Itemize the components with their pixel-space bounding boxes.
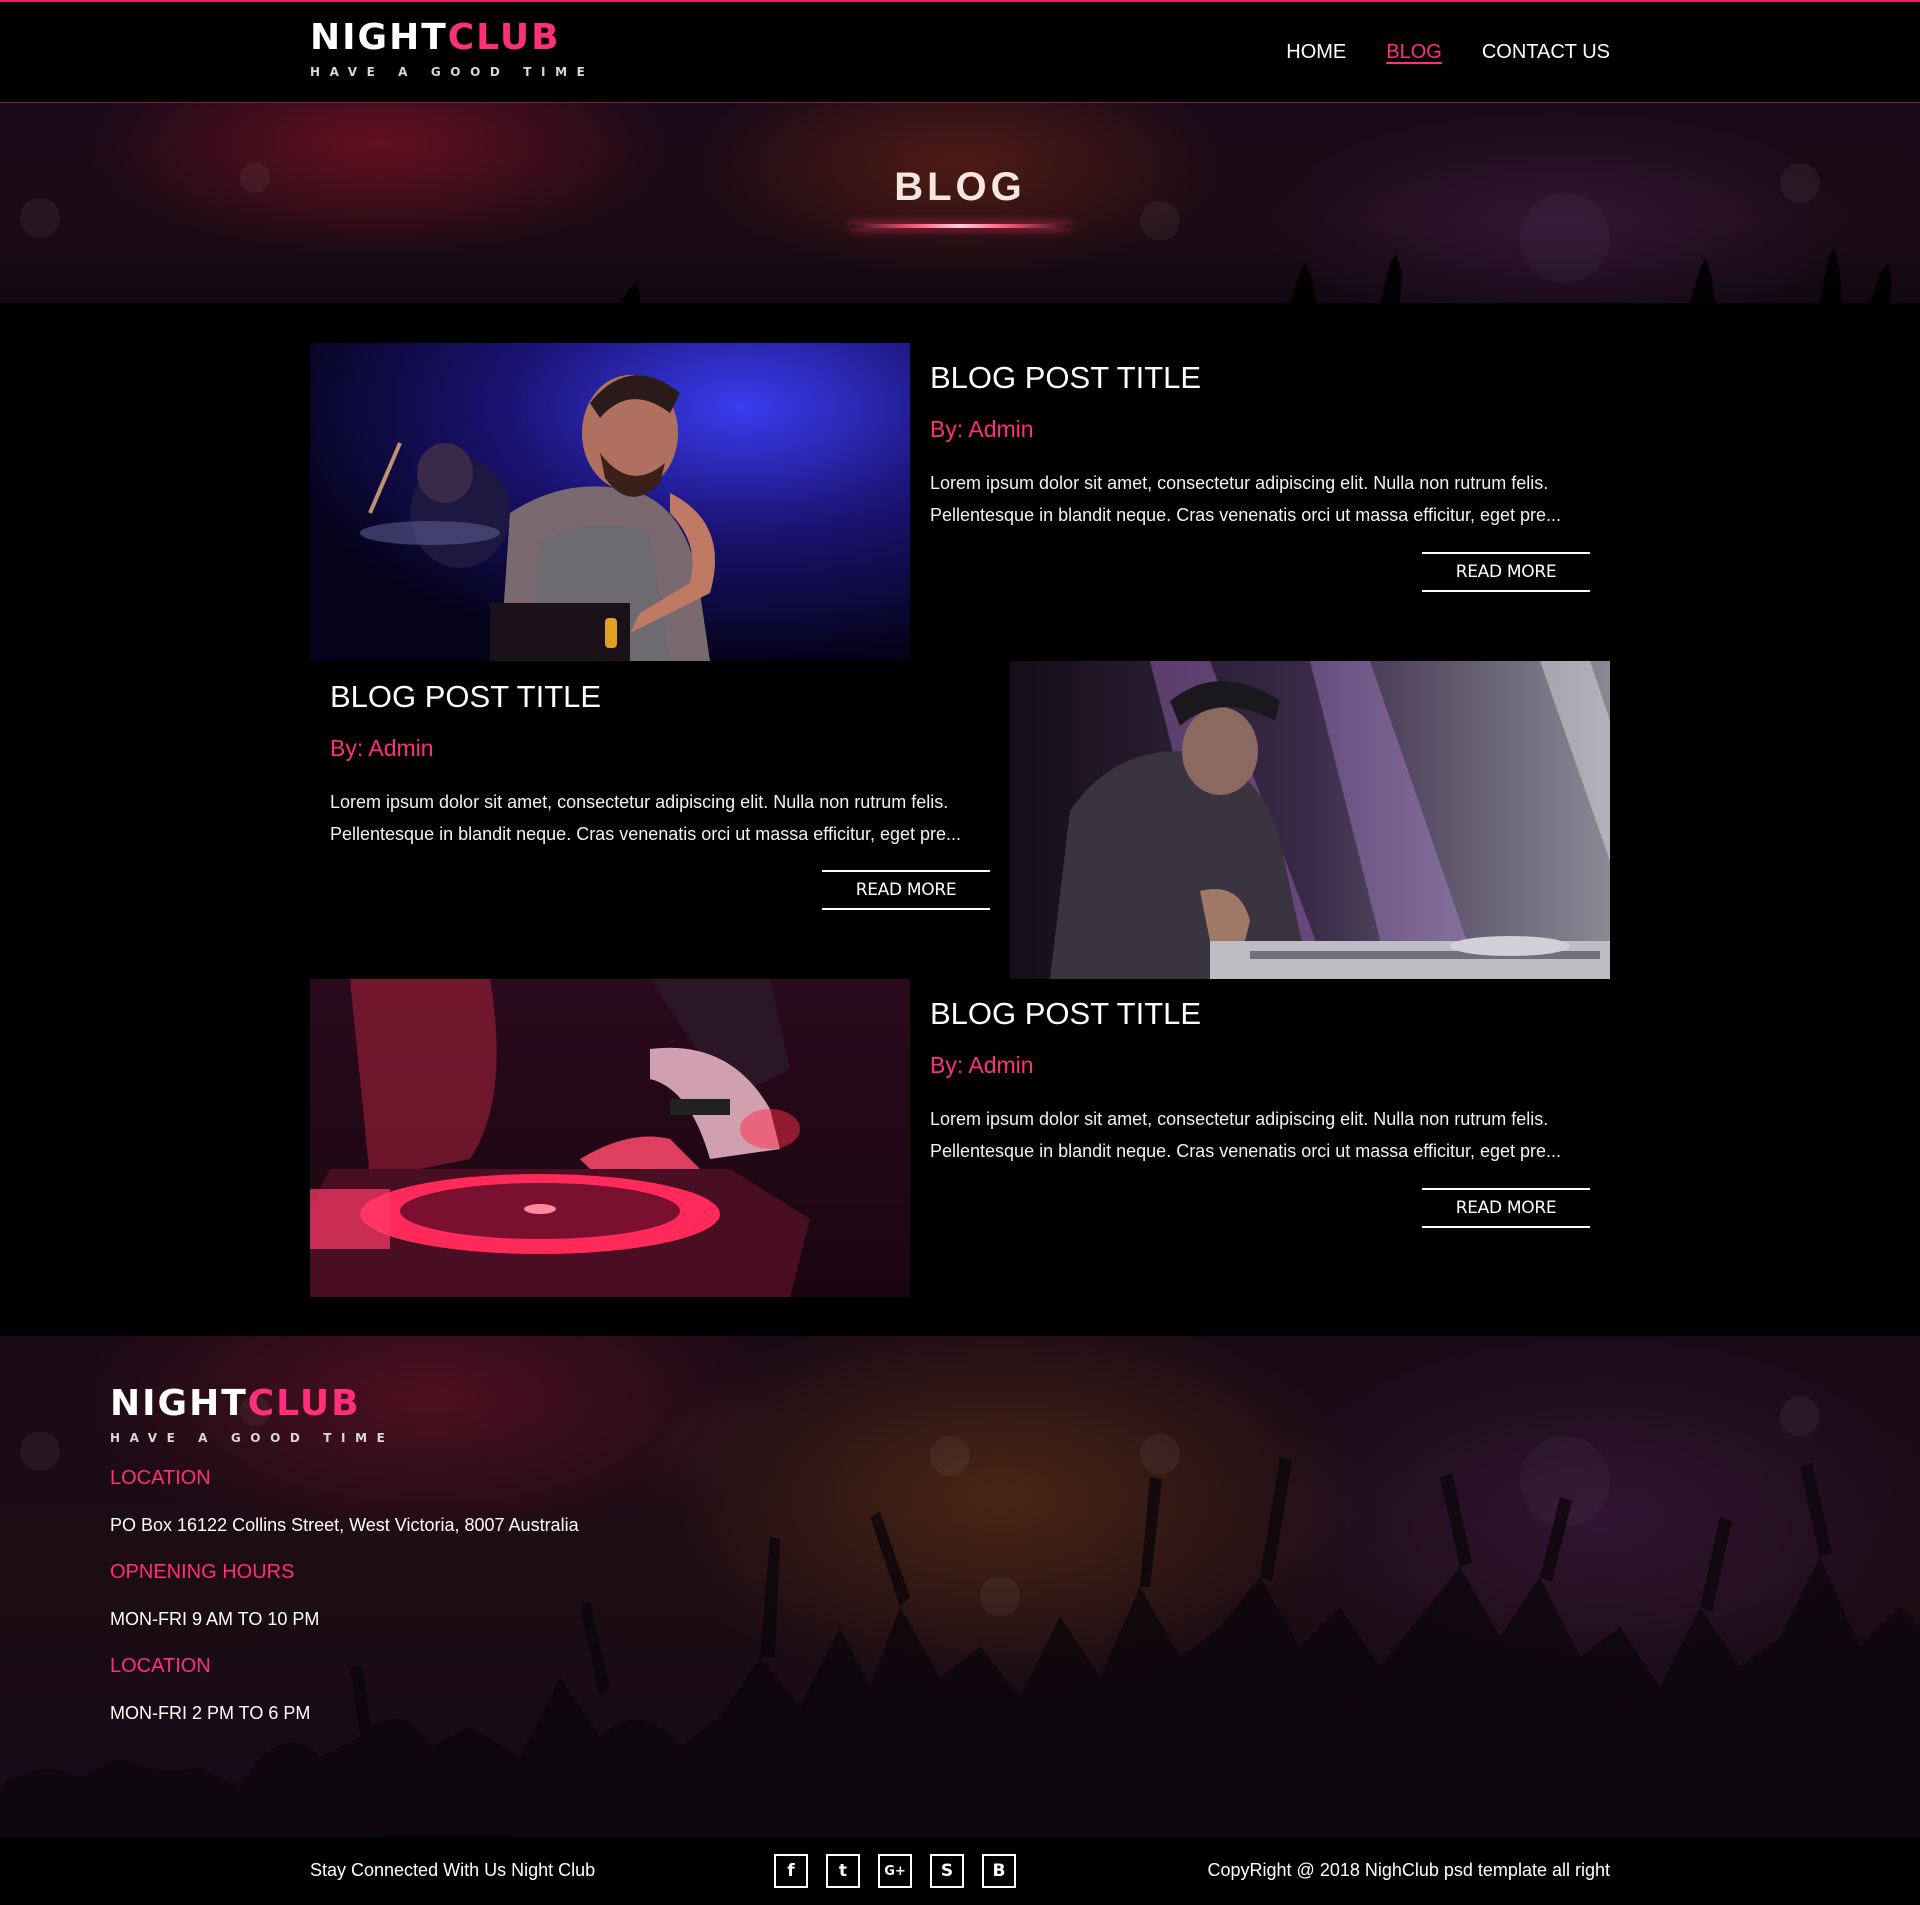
footer-logo-wordmark: NIGHTCLUB [110, 1386, 394, 1422]
post-2-body: BLOG POST TITLE By: Admin Lorem ipsum do… [330, 679, 990, 850]
footer-logo-tagline: HAVE A GOOD TIME [110, 1431, 395, 1445]
main-nav: HOME BLOG CONTACT US [1286, 40, 1610, 64]
post-3-author: By: Admin [930, 1052, 1034, 1078]
nav-contact-us[interactable]: CONTACT US [1482, 40, 1610, 64]
post-2-title[interactable]: BLOG POST TITLE [330, 679, 990, 715]
logo-word-club: CLUB [447, 17, 561, 58]
page-title: BLOG [894, 165, 1026, 209]
footer-logo-word-club: CLUB [247, 1383, 361, 1424]
bottom-bar: Stay Connected With Us Night Club f t G+… [0, 1837, 1920, 1905]
logo-tagline: HAVE A GOOD TIME [310, 65, 595, 79]
site-header: NIGHTCLUB HAVE A GOOD TIME HOME BLOG CON… [0, 0, 1920, 103]
post-3-read-more-button[interactable]: READ MORE [1422, 1188, 1590, 1228]
crowd-silhouette-top [620, 248, 1892, 303]
twitter-icon[interactable]: t [826, 1854, 860, 1888]
social-links: f t G+ S B [774, 1854, 1016, 1888]
footer-logo[interactable]: NIGHTCLUB HAVE A GOOD TIME [110, 1386, 395, 1445]
post-3-title[interactable]: BLOG POST TITLE [930, 996, 1590, 1032]
site-footer: NIGHTCLUB HAVE A GOOD TIME LOCATION PO B… [0, 1336, 1920, 1837]
nav-blog[interactable]: BLOG [1386, 40, 1442, 64]
footer-address: PO Box 16122 Collins Street, West Victor… [110, 1515, 579, 1535]
footer-hours-heading: OPNENING HOURS [110, 1561, 295, 1583]
post-2-excerpt: Lorem ipsum dolor sit amet, consectetur … [330, 792, 962, 844]
post-3-excerpt: Lorem ipsum dolor sit amet, consectetur … [930, 1109, 1562, 1161]
post-1-title[interactable]: BLOG POST TITLE [930, 360, 1590, 396]
post-1-body: BLOG POST TITLE By: Admin Lorem ipsum do… [930, 360, 1590, 531]
stay-connected-text: Stay Connected With Us Night Club [310, 1860, 596, 1880]
post-1-author: By: Admin [930, 416, 1034, 442]
skype-icon[interactable]: S [930, 1854, 964, 1888]
footer-location2-heading: LOCATION [110, 1655, 211, 1677]
footer-location-heading: LOCATION [110, 1467, 211, 1489]
footer-logo-word-night: NIGHT [110, 1383, 248, 1424]
post-1-excerpt: Lorem ipsum dolor sit amet, consectetur … [930, 473, 1562, 525]
post-2-image[interactable] [1010, 661, 1610, 979]
logo-wordmark: NIGHTCLUB [310, 20, 594, 56]
copyright-text: CopyRight @ 2018 NighClub psd template a… [1207, 1860, 1611, 1880]
post-3-body: BLOG POST TITLE By: Admin Lorem ipsum do… [930, 996, 1590, 1167]
post-3-image[interactable] [310, 979, 910, 1297]
footer-hours: MON-FRI 9 AM TO 10 PM [110, 1609, 320, 1629]
post-1-image[interactable] [310, 343, 910, 661]
footer-hours2: MON-FRI 2 PM TO 6 PM [110, 1703, 311, 1723]
title-underline-glow [850, 224, 1070, 228]
site-logo[interactable]: NIGHTCLUB HAVE A GOOD TIME [310, 20, 595, 79]
google-plus-icon[interactable]: G+ [878, 1854, 912, 1888]
page-banner: BLOG [0, 103, 1920, 303]
post-1-read-more-button[interactable]: READ MORE [1422, 552, 1590, 592]
post-2-author: By: Admin [330, 735, 434, 761]
logo-word-night: NIGHT [310, 17, 448, 58]
blogger-icon[interactable]: B [982, 1854, 1016, 1888]
facebook-icon[interactable]: f [774, 1854, 808, 1888]
post-2-read-more-button[interactable]: READ MORE [822, 870, 990, 910]
nav-home[interactable]: HOME [1286, 40, 1346, 64]
